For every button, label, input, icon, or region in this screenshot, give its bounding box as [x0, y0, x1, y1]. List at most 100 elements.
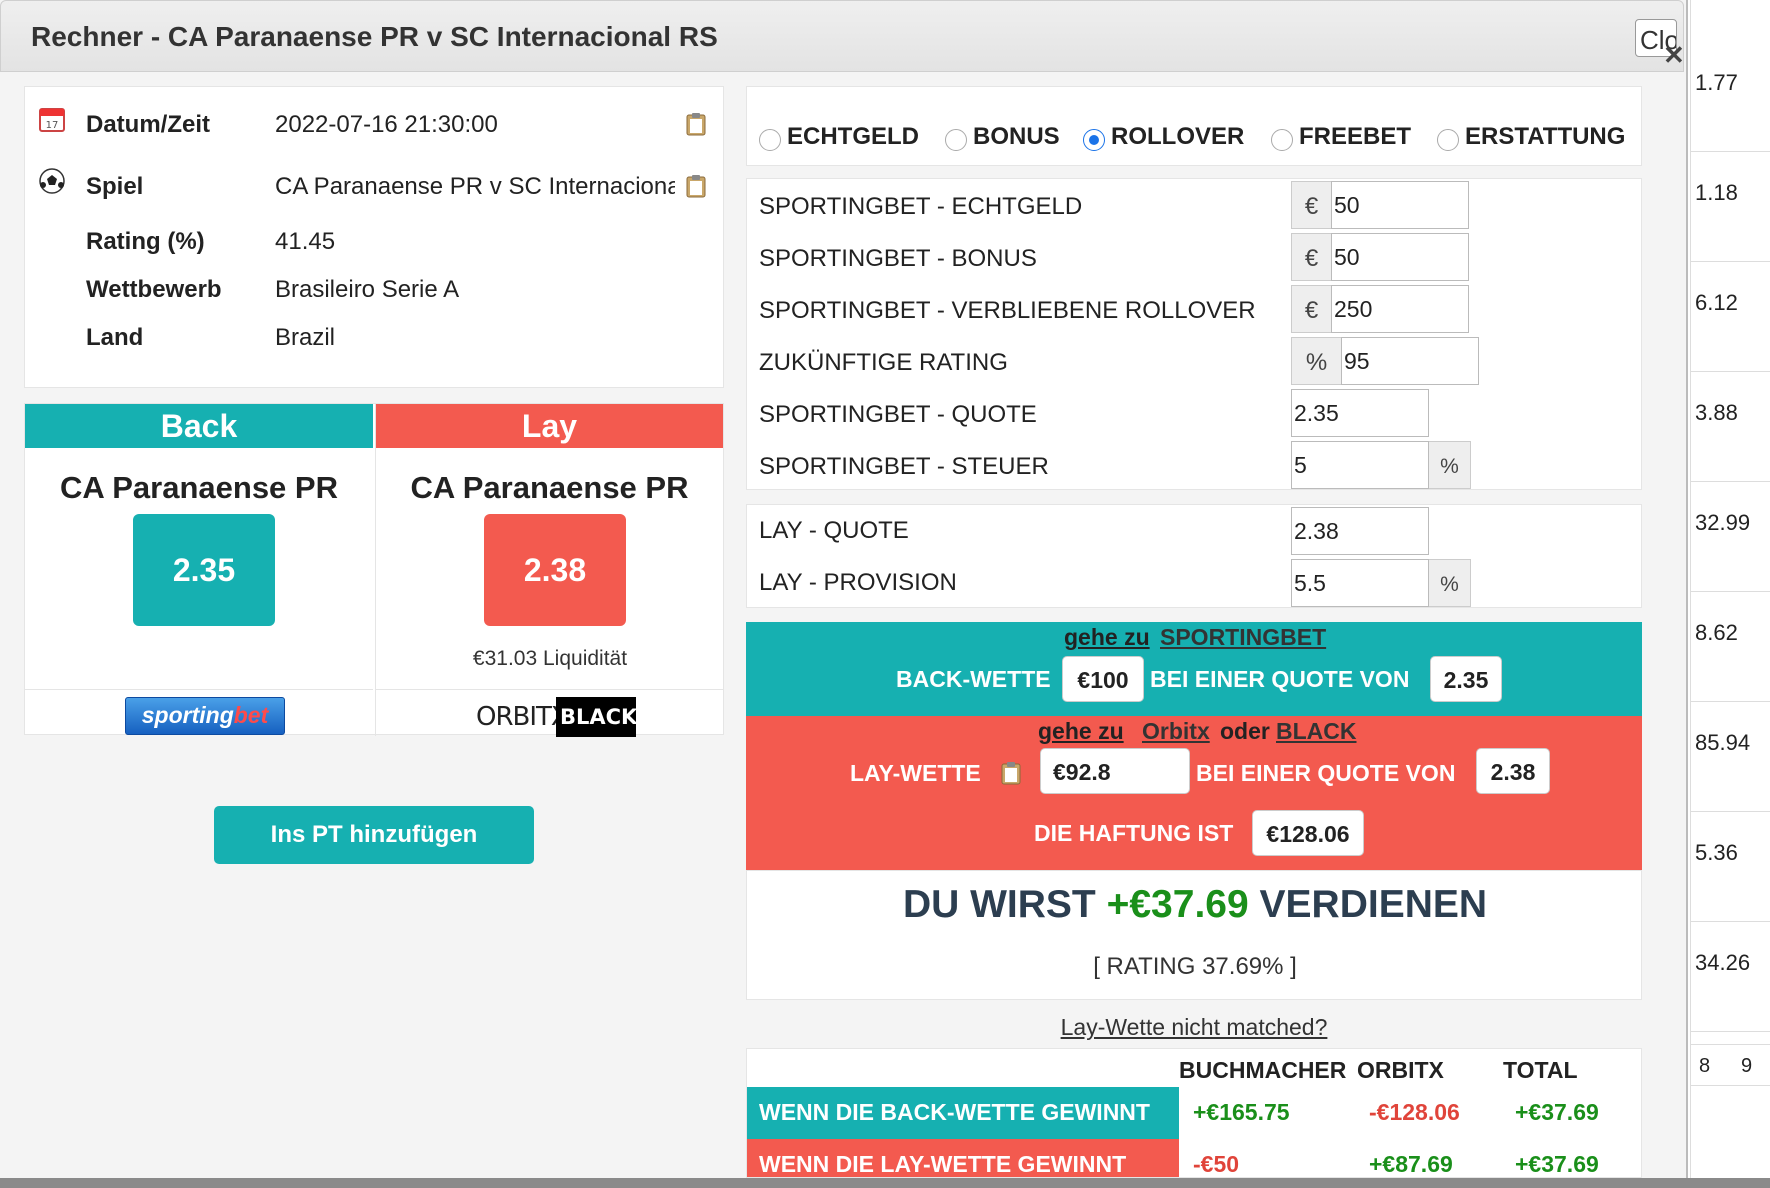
horizontal-scrollbar[interactable] [0, 1178, 1770, 1188]
background-cell: 8.62 [1691, 592, 1770, 702]
goto-orbitx-link[interactable]: Orbitx [1142, 718, 1210, 745]
liability-label: DIE HAFTUNG IST [1034, 820, 1234, 846]
radio-circle[interactable] [945, 129, 967, 151]
radio-circle-selected[interactable] [1083, 129, 1105, 151]
orbitx-black-logo[interactable]: ORBITX BLACK [476, 697, 637, 737]
goto-prefix[interactable]: gehe zu [1064, 624, 1150, 651]
lay-header: Lay [376, 404, 723, 448]
lay-quote-input[interactable]: 2.38 [1291, 507, 1429, 555]
bonus-input[interactable]: 50 [1331, 233, 1469, 281]
radio-label: ERSTATTUNG [1465, 123, 1626, 150]
info-row-rating: Rating (%) 41.45 [25, 220, 725, 260]
lay-bet-label: LAY-WETTE [850, 760, 981, 786]
info-label: Land [86, 324, 144, 351]
radio-circle[interactable] [759, 129, 781, 151]
percent-addon: % [1291, 337, 1341, 385]
or-text: oder [1220, 718, 1270, 744]
row-lay-wins-label: WENN DIE LAY-WETTE GEWINNT [747, 1139, 1179, 1177]
bookmaker-footer: sportingbet [25, 689, 373, 736]
percent-addon: % [1429, 559, 1471, 607]
row-lay-wins-total: +€37.69 [1515, 1151, 1599, 1177]
radio-label: FREEBET [1299, 123, 1412, 150]
row-lay-wins-exchange: +€87.69 [1369, 1151, 1453, 1177]
sportingbet-logo[interactable]: sportingbet [125, 697, 285, 735]
lay-odds-value: 2.38 [1476, 748, 1550, 794]
profit-amount: +€37.69 [1106, 883, 1249, 926]
euro-addon: € [1291, 233, 1331, 281]
orbitx-logo-text: ORBITX [476, 702, 569, 732]
column-header-exchange: ORBITX [1357, 1057, 1444, 1083]
page-link[interactable]: 9 [1741, 1055, 1752, 1078]
lay-provision-input[interactable]: 5.5 [1291, 559, 1429, 607]
background-odds-column: 1.77 1.18 6.12 3.88 32.99 8.62 85.94 5.3… [1690, 0, 1770, 1188]
modal-header: Rechner - CA Paranaense PR v SC Internac… [0, 0, 1684, 72]
euro-addon: € [1291, 285, 1331, 333]
goto-sportingbet-link[interactable]: SPORTINGBET [1160, 624, 1326, 651]
row-lay-wins-bookmaker: -€50 [1193, 1151, 1240, 1177]
back-odds-label: BEI EINER QUOTE VON [1150, 666, 1410, 692]
info-value: 41.45 [275, 228, 336, 255]
background-cell: 3.88 [1691, 372, 1770, 482]
info-value: Brazil [275, 324, 336, 351]
bookmaker-form: SPORTINGBET - ECHTGELD € 50 SPORTINGBET … [746, 178, 1642, 490]
black-logo-text: BLACK [556, 697, 637, 737]
radio-circle[interactable] [1271, 129, 1293, 151]
clipboard-icon[interactable] [685, 173, 707, 199]
exchange-footer: ORBITX BLACK [376, 689, 724, 737]
lay-stake-value[interactable]: €92.8 [1040, 748, 1190, 794]
lay-odds-label: BEI EINER QUOTE VON [1196, 760, 1456, 786]
future-rating-input[interactable]: 95 [1341, 337, 1479, 385]
row-back-wins-label: WENN DIE BACK-WETTE GEWINNT [747, 1087, 1179, 1139]
page-link[interactable]: 8 [1699, 1055, 1710, 1078]
back-team: CA Paranaense PR [60, 470, 338, 505]
profit-suffix: VERDIENEN [1259, 883, 1488, 926]
add-to-pt-button[interactable]: Ins PT hinzufügen [214, 806, 534, 864]
lay-card: Lay CA Paranaense PR 2.38 €31.03 Liquidi… [375, 404, 724, 737]
background-pagination: 8 9 [1691, 1044, 1770, 1086]
bonus-label: SPORTINGBET - BONUS [759, 245, 1037, 272]
info-label: Datum/Zeit [86, 111, 211, 138]
back-bet-label: BACK-WETTE [896, 666, 1051, 692]
lay-provision-label: LAY - PROVISION [759, 569, 957, 596]
echtgeld-input[interactable]: 50 [1331, 181, 1469, 229]
row-back-wins-exchange: -€128.06 [1369, 1099, 1460, 1125]
radio-circle[interactable] [1437, 129, 1459, 151]
steuer-input[interactable]: 5 [1291, 441, 1429, 489]
radio-label: ROLLOVER [1111, 123, 1245, 150]
calculator-modal: Rechner - CA Paranaense PR v SC Internac… [0, 0, 1688, 1178]
info-label: Spiel [86, 173, 144, 200]
background-cell: 1.77 [1691, 42, 1770, 152]
info-label: Rating (%) [86, 228, 205, 255]
close-icon[interactable]: ✕ [1663, 40, 1685, 71]
profit-prefix: DU WIRST [902, 883, 1096, 926]
lay-quote-label: LAY - QUOTE [759, 517, 909, 544]
lay-form: LAY - QUOTE 2.38 LAY - PROVISION 5.5 % [746, 504, 1642, 608]
lay-unmatched-link[interactable]: Lay-Wette nicht matched? [746, 1014, 1642, 1041]
back-bet-strip: gehe zu SPORTINGBET BACK-WETTE €100 BEI … [746, 622, 1642, 716]
profit-rating: [ RATING 37.69% ] [1093, 953, 1297, 980]
back-header: Back [25, 404, 373, 448]
info-row-datetime: 17 Datum/Zeit 2022-07-16 21:30:00 [25, 103, 725, 143]
back-odds[interactable]: 2.35 [133, 514, 275, 626]
clipboard-icon[interactable] [1000, 760, 1022, 791]
echtgeld-label: SPORTINGBET - ECHTGELD [759, 193, 1083, 220]
quote-input[interactable]: 2.35 [1291, 389, 1429, 437]
info-row-competition: Wettbewerb Brasileiro Serie A [25, 268, 725, 308]
rollover-input[interactable]: 250 [1331, 285, 1469, 333]
column-header-total: TOTAL [1503, 1057, 1578, 1083]
goto-prefix[interactable]: gehe zu [1038, 718, 1124, 745]
back-odds-value: 2.35 [1430, 656, 1502, 702]
goto-black-link[interactable]: BLACK [1276, 718, 1357, 745]
background-cell: 5.36 [1691, 812, 1770, 922]
info-value: Brasileiro Serie A [275, 276, 460, 303]
percent-addon: % [1429, 441, 1471, 489]
background-cell: 6.12 [1691, 262, 1770, 372]
info-row-country: Land Brazil [25, 316, 725, 356]
steuer-label: SPORTINGBET - STEUER [759, 453, 1049, 480]
background-cell: 85.94 [1691, 702, 1770, 812]
euro-addon: € [1291, 181, 1331, 229]
radio-label: BONUS [973, 123, 1060, 150]
lay-odds[interactable]: 2.38 [484, 514, 626, 626]
clipboard-icon[interactable] [685, 111, 707, 137]
quote-label: SPORTINGBET - QUOTE [759, 401, 1037, 428]
